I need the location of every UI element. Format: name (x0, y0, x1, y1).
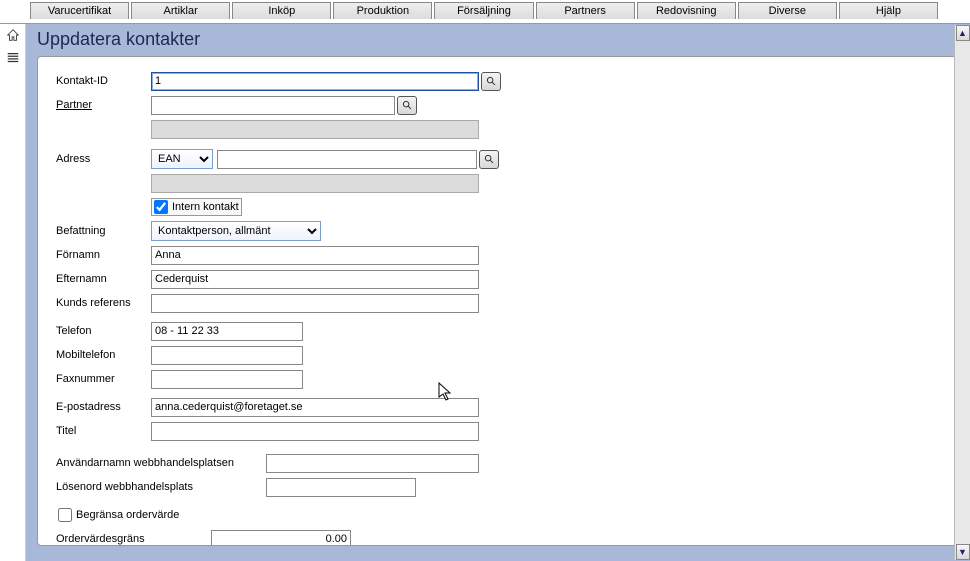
adress-input[interactable] (217, 150, 477, 169)
adress-search-button[interactable] (479, 150, 499, 169)
menu-inkop[interactable]: Inköp (232, 2, 331, 19)
main-menubar: Varucertifikat Artiklar Inköp Produktion… (0, 0, 970, 24)
adress-display (151, 174, 479, 193)
contact-form: Kontakt-ID Partner Adress E (37, 56, 959, 546)
menu-varucertifikat[interactable]: Varucertifikat (30, 2, 129, 19)
adress-type-select[interactable]: EAN (151, 149, 213, 169)
label-begransa: Begränsa ordervärde (76, 509, 179, 521)
label-webuser: Användarnamn webbhandelsplatsen (56, 457, 266, 469)
list-icon[interactable] (6, 51, 20, 68)
webuser-input[interactable] (266, 454, 479, 473)
vertical-scrollbar[interactable]: ▲ ▼ (954, 25, 970, 560)
label-befattning: Befattning (56, 225, 151, 237)
telefon-input[interactable] (151, 322, 303, 341)
scroll-up-arrow[interactable]: ▲ (956, 25, 970, 41)
ordergrans-input[interactable] (211, 530, 351, 547)
label-titel: Titel (56, 425, 151, 437)
label-mobiltelefon: Mobiltelefon (56, 349, 151, 361)
label-partner[interactable]: Partner (56, 99, 151, 111)
webpass-input[interactable] (266, 478, 416, 497)
menu-hjalp[interactable]: Hjälp (839, 2, 938, 19)
label-fornamn: Förnamn (56, 249, 151, 261)
label-adress: Adress (56, 153, 151, 165)
menu-artiklar[interactable]: Artiklar (131, 2, 230, 19)
intern-kontakt-checkbox[interactable] (154, 200, 168, 214)
home-icon[interactable] (6, 28, 20, 45)
begransa-checkbox[interactable] (58, 508, 72, 522)
label-ordergrans: Ordervärdesgräns (56, 533, 211, 545)
menu-redovisning[interactable]: Redovisning (637, 2, 736, 19)
menu-forsaljning[interactable]: Försäljning (434, 2, 533, 19)
faxnummer-input[interactable] (151, 370, 303, 389)
partner-search-button[interactable] (397, 96, 417, 115)
label-webpass: Lösenord webbhandelsplats (56, 481, 266, 493)
label-telefon: Telefon (56, 325, 151, 337)
kontakt-id-input[interactable] (151, 72, 479, 91)
label-intern-kontakt: Intern kontakt (172, 201, 239, 213)
titel-input[interactable] (151, 422, 479, 441)
label-epost: E-postadress (56, 401, 151, 413)
label-kontakt-id: Kontakt-ID (56, 75, 151, 87)
befattning-select[interactable]: Kontaktperson, allmänt (151, 221, 321, 241)
label-kunds-referens: Kunds referens (56, 297, 151, 309)
label-efternamn: Efternamn (56, 273, 151, 285)
partner-display (151, 120, 479, 139)
menu-diverse[interactable]: Diverse (738, 2, 837, 19)
kontakt-id-search-button[interactable] (481, 72, 501, 91)
partner-input[interactable] (151, 96, 395, 115)
left-toolbar (0, 24, 26, 561)
scroll-down-arrow[interactable]: ▼ (956, 544, 970, 560)
epost-input[interactable] (151, 398, 479, 417)
kunds-referens-input[interactable] (151, 294, 479, 313)
label-faxnummer: Faxnummer (56, 373, 151, 385)
menu-partners[interactable]: Partners (536, 2, 635, 19)
efternamn-input[interactable] (151, 270, 479, 289)
page-title: Uppdatera kontakter (27, 25, 969, 56)
mobiltelefon-input[interactable] (151, 346, 303, 365)
menu-produktion[interactable]: Produktion (333, 2, 432, 19)
fornamn-input[interactable] (151, 246, 479, 265)
intern-kontakt-checkbox-wrap[interactable]: Intern kontakt (151, 198, 242, 216)
